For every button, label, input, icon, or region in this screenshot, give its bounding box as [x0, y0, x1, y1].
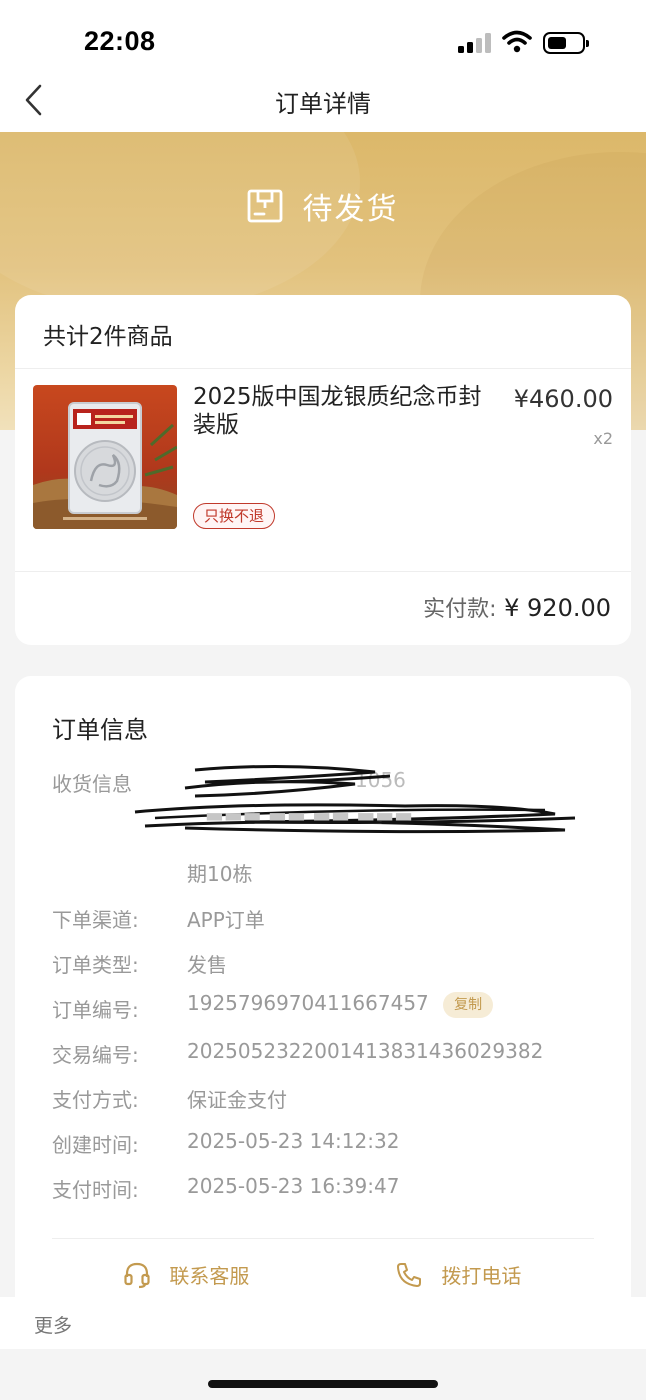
wifi-icon — [502, 30, 532, 53]
goods-count: 共计2件商品 — [15, 295, 631, 369]
payment-method: 保证金支付 — [187, 1088, 287, 1112]
redaction-scribble: ▬▬▬ ▬▬ ▬▬ ▬▬▬ — [134, 764, 576, 834]
copy-button[interactable]: 复制 — [443, 991, 494, 1018]
divider — [15, 571, 631, 572]
package-icon — [248, 189, 283, 223]
product-price: ¥460.00 — [513, 385, 613, 413]
order-info-card: 订单信息 收货信息 1056 期10栋 ▬▬▬ ▬▬ ▬▬ ▬▬▬ 下单渠道: … — [15, 676, 631, 1336]
order-status-label: 待发货 — [302, 192, 399, 227]
status-bar: 22:08 — [0, 0, 646, 80]
created-time: 2025-05-23 14:12:32 — [187, 1129, 400, 1153]
phone-icon — [397, 1262, 421, 1287]
shipping-address-tail: 期10栋 — [187, 862, 253, 886]
page-title: 订单详情 — [275, 90, 371, 118]
info-row-transaction: 交易编号: — [52, 1043, 139, 1067]
order-status: 待发货 — [0, 184, 646, 228]
transaction-number: 2025052322001413831436029382 — [187, 1039, 544, 1063]
home-indicator[interactable] — [208, 1380, 438, 1388]
product-quantity: x2 — [593, 429, 613, 448]
order-info-title: 订单信息 — [52, 716, 148, 744]
info-row-payment: 支付方式: — [52, 1088, 139, 1112]
contact-service-label: 联系客服 — [169, 1264, 250, 1288]
contact-service-button[interactable]: 联系客服 — [123, 1260, 249, 1289]
more-button[interactable]: 更多 — [34, 1311, 72, 1338]
status-time: 22:08 — [84, 26, 156, 56]
headset-icon — [124, 1262, 150, 1288]
call-phone-button[interactable]: 拨打电话 — [395, 1260, 521, 1289]
product-name[interactable]: 2025版中国龙银质纪念币封装版 — [193, 383, 483, 439]
bottom-safe-area — [0, 1349, 646, 1400]
paid-amount: ¥ 920.00 — [504, 594, 611, 622]
more-bar[interactable]: 更多 — [0, 1297, 646, 1349]
info-row-paid-time: 支付时间: — [52, 1178, 139, 1202]
paid-time: 2025-05-23 16:39:47 — [187, 1174, 400, 1198]
order-channel: APP订单 — [187, 908, 265, 932]
paid-amount-row: 实付款: ¥ 920.00 — [423, 591, 611, 623]
order-number: 1925796970411667457 — [187, 991, 429, 1015]
info-row-channel: 下单渠道: — [52, 908, 139, 932]
paid-label: 实付款: — [423, 597, 497, 622]
no-return-badge: 只换不退 — [193, 503, 276, 529]
nav-bar: 订单详情 — [0, 70, 646, 132]
info-row-order-number: 订单编号: — [52, 998, 139, 1022]
divider — [52, 1238, 594, 1239]
goods-card: 共计2件商品 2025版中国龙银质纪念币封装版 ¥460.00 x2 只换不退 … — [15, 295, 631, 645]
signal-icon — [458, 33, 492, 53]
order-number-value: 1925796970411667457 复制 — [187, 991, 494, 1018]
order-type: 发售 — [187, 953, 227, 977]
svg-text:▬▬▬ ▬▬ ▬▬ ▬▬▬: ▬▬▬ ▬▬ ▬▬ ▬▬▬ — [205, 803, 413, 827]
info-row-created: 创建时间: — [52, 1133, 139, 1157]
call-phone-label: 拨打电话 — [441, 1264, 522, 1288]
battery-icon — [543, 32, 589, 54]
product-image[interactable] — [33, 385, 177, 529]
info-row-type: 订单类型: — [52, 953, 139, 977]
